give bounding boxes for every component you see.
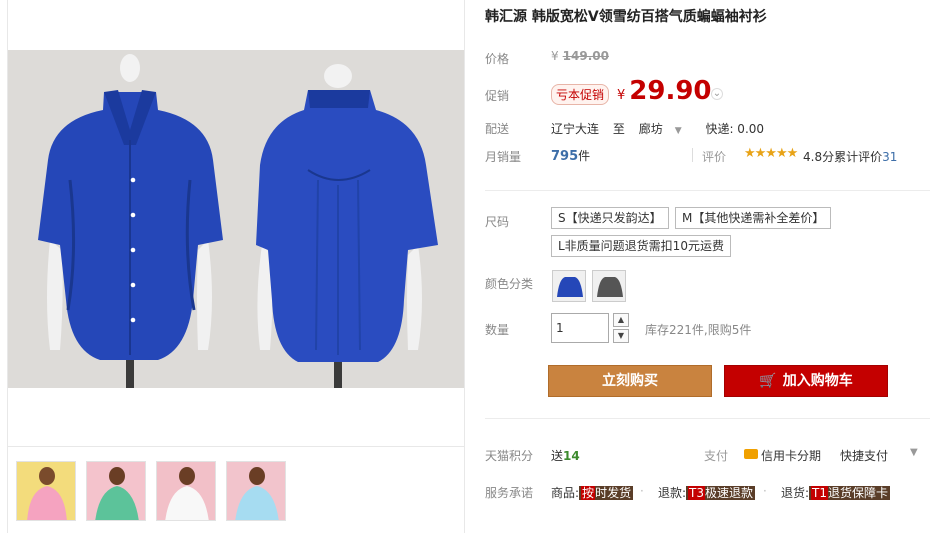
add-to-cart-button[interactable]: 🛒 加入购物车 [724, 365, 888, 397]
quantity-input[interactable]: 1 [551, 313, 609, 343]
product-page: 韩汇源 韩版宽松V领雪纺百搭气质蝙蝠袖衬衫 价格 ¥149.00 促销 亏本促销… [0, 0, 930, 533]
size-label: 尺码 [485, 215, 510, 229]
separator-dot: · [640, 484, 644, 498]
promise-tag: 按时发货 [579, 486, 634, 500]
color-swatch-gray[interactable] [592, 270, 626, 302]
price-label: 价格 [485, 52, 510, 66]
color-swatch-blue[interactable] [552, 270, 586, 302]
size-option-s[interactable]: S【快递只发韵达】 [551, 207, 669, 229]
thumbnail-green[interactable] [86, 461, 146, 521]
product-title: 韩汇源 韩版宽松V领雪纺百搭气质蝙蝠袖衬衫 [485, 9, 767, 25]
thumbnail-pink[interactable] [16, 461, 76, 521]
shipping-label: 配送 [485, 122, 510, 136]
original-currency: ¥ [551, 49, 559, 63]
divider [692, 148, 693, 162]
quantity-label: 数量 [485, 323, 510, 337]
original-price: ¥149.00 [551, 49, 609, 63]
review-summary[interactable]: 4.8分累计评价31 [803, 148, 897, 165]
promise-item-ship[interactable]: 商品: 按时发货 [551, 484, 634, 501]
payment-label: 支付 [704, 449, 729, 463]
promise-prefix: 退货: [781, 486, 810, 500]
promise-prefix: 退款: [658, 486, 687, 500]
points-text: 送 [551, 449, 564, 463]
credit-card-installment[interactable]: 信用卡分期 [761, 447, 821, 464]
promise-key: T1 [811, 486, 829, 500]
points-info: 送14 [551, 447, 580, 464]
size-option-l[interactable]: L非质量问题退货需扣10元运费 [551, 235, 731, 257]
size-option-m[interactable]: M【其他快递需补全差价】 [675, 207, 832, 229]
rating-stars-icon: ★★★★★ [744, 146, 798, 161]
ship-fee: 快递: 0.00 [705, 122, 765, 136]
cart-icon: 🛒 [759, 373, 777, 389]
review-total-label: 累计评价 [834, 150, 883, 164]
thumbnail-lightblue[interactable] [226, 461, 286, 521]
monthly-sales: 795件 [551, 147, 590, 164]
sales-count: 795 [551, 149, 579, 164]
promise-item-return[interactable]: 退货: T1退货保障卡 [781, 484, 891, 501]
promise-tag-text: 时发货 [595, 486, 632, 500]
ship-to-word: 至 [612, 122, 625, 136]
ship-from: 辽宁大连 [551, 122, 600, 136]
fast-pay[interactable]: 快捷支付 [840, 447, 888, 464]
divider [485, 190, 930, 191]
rating-score: 4.8分 [803, 150, 835, 164]
gallery-edge [0, 0, 8, 533]
promo-amount: 29.90 [629, 76, 712, 106]
stock-info: 库存221件,限购5件 [645, 323, 752, 337]
points-label: 天猫积分 [485, 449, 534, 463]
promo-currency: ¥ [617, 88, 626, 103]
buy-now-button[interactable]: 立刻购买 [548, 365, 712, 397]
review-label: 评价 [702, 150, 727, 164]
ship-to-select[interactable]: 廊坊 ▼ [639, 122, 692, 136]
product-gallery [0, 0, 465, 533]
ship-to: 廊坊 [638, 122, 663, 136]
promise-key: 按 [581, 486, 596, 500]
thumbnail-strip [8, 446, 464, 533]
add-cart-label: 加入购物车 [782, 373, 853, 389]
sales-unit: 件 [578, 149, 591, 163]
product-info: 韩汇源 韩版宽松V领雪纺百搭气质蝙蝠袖衬衫 价格 ¥149.00 促销 亏本促销… [465, 0, 930, 533]
promise-prefix: 商品: [551, 486, 580, 500]
quantity-decrease-button[interactable]: ▼ [613, 329, 629, 343]
color-label: 颜色分类 [485, 277, 534, 291]
promo-label: 促销 [485, 89, 510, 103]
review-count: 31 [882, 150, 898, 164]
promise-label: 服务承诺 [485, 486, 534, 500]
promise-tag: T1退货保障卡 [809, 486, 891, 500]
promise-key: T3 [688, 486, 706, 500]
quantity-increase-button[interactable]: ▲ [613, 313, 629, 327]
caret-down-icon: ▼ [674, 126, 682, 136]
promise-tag-text: 退货保障卡 [828, 486, 889, 500]
main-product-image[interactable] [8, 50, 464, 388]
promise-tag-text: 极速退款 [705, 486, 754, 500]
separator-dot: · [763, 484, 767, 498]
divider [485, 418, 930, 419]
promise-tag: T3极速退款 [686, 486, 756, 500]
caret-down-icon[interactable]: ▼ [910, 447, 918, 458]
sales-label: 月销量 [485, 150, 522, 164]
original-amount: 149.00 [562, 49, 609, 63]
thumbnail-white[interactable] [156, 461, 216, 521]
chevron-down-icon[interactable]: ⌄ [711, 88, 723, 100]
promise-item-refund[interactable]: 退款: T3极速退款 [658, 484, 756, 501]
credit-card-icon [744, 449, 758, 459]
points-value: 14 [563, 449, 580, 463]
shipping-info: 辽宁大连 至 廊坊 ▼ 快递: 0.00 [551, 120, 774, 137]
promo-price: ¥29.90 [617, 76, 712, 106]
promo-badge: 亏本促销 [551, 84, 610, 105]
